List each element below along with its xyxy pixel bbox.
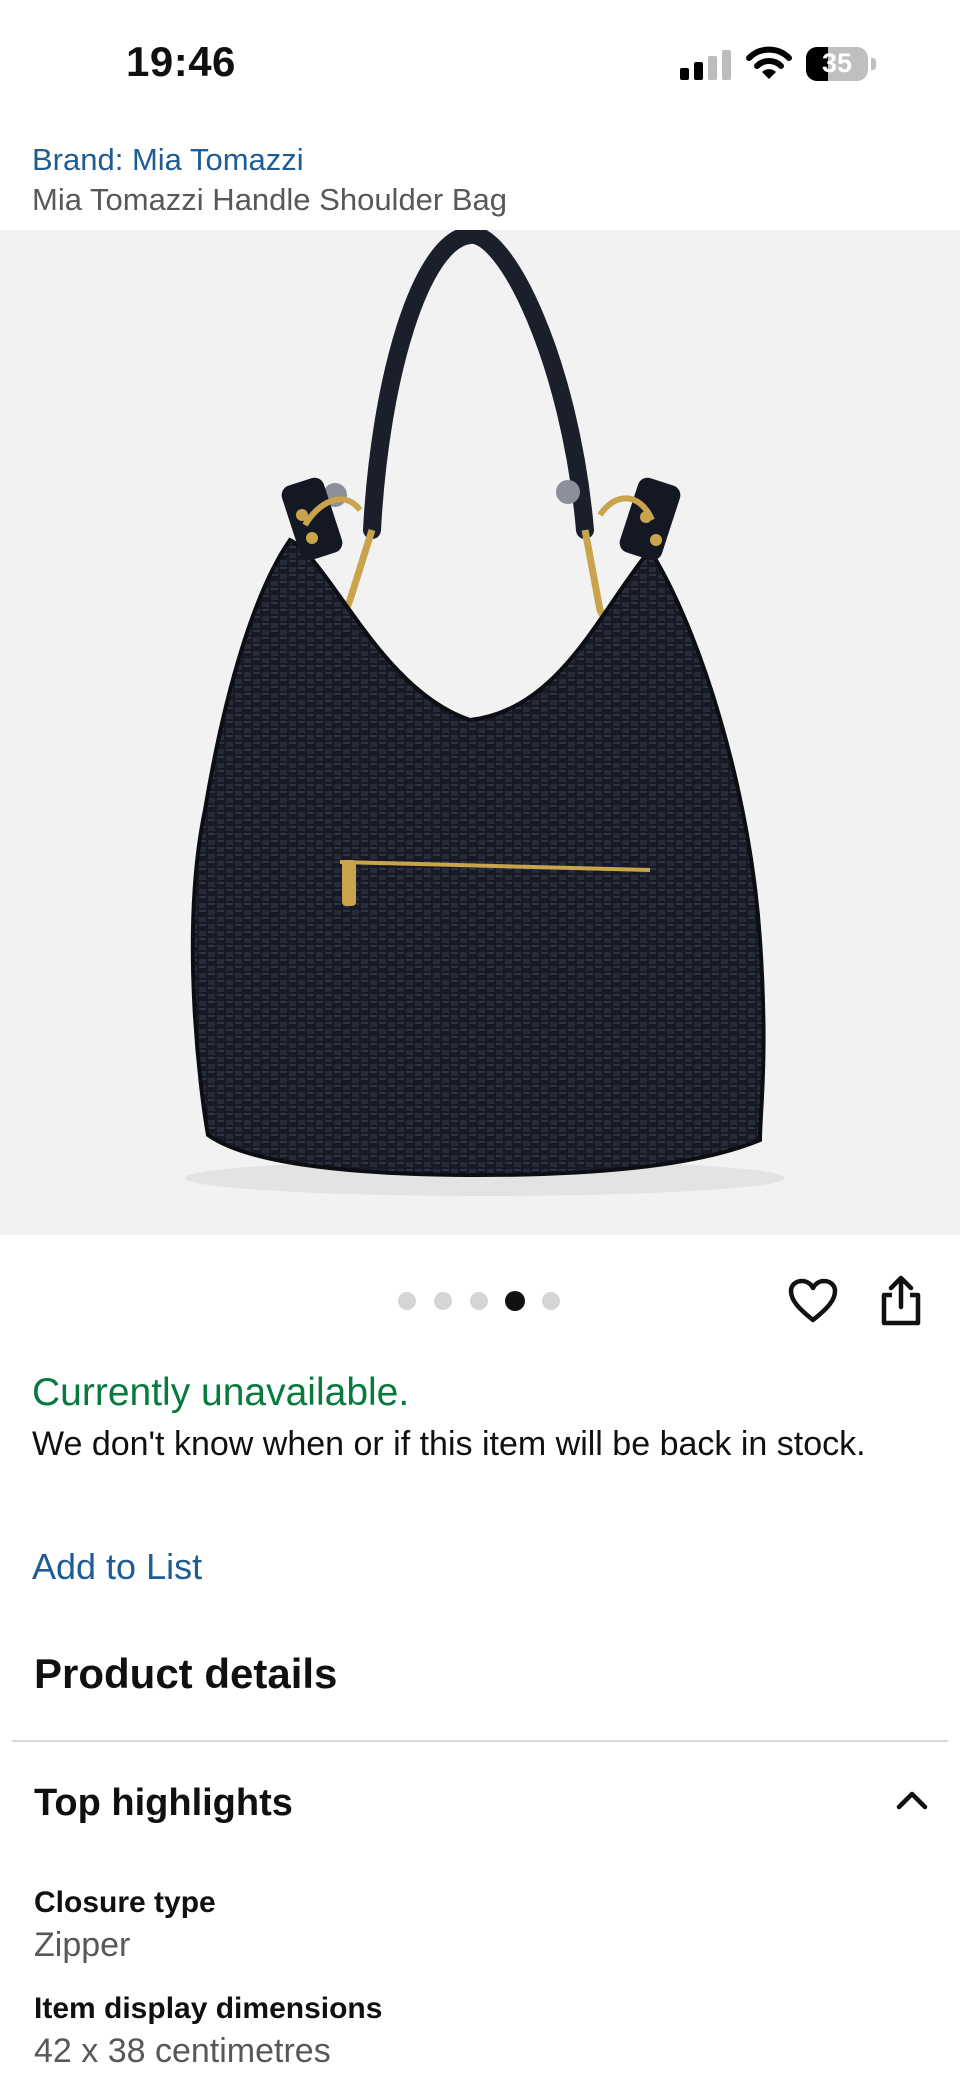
spec-value-dimensions: 42 x 38 centimetres bbox=[34, 2032, 331, 2070]
availability-status: Currently unavailable. bbox=[32, 1371, 410, 1414]
product-details-heading: Product details bbox=[34, 1650, 338, 1697]
pagination-dot[interactable] bbox=[470, 1292, 488, 1310]
status-time: 19:46 bbox=[126, 38, 236, 85]
battery-level: 35 bbox=[821, 48, 853, 78]
product-title: Mia Tomazzi Handle Shoulder Bag bbox=[32, 182, 508, 217]
section-divider bbox=[12, 1740, 948, 1742]
add-to-list-link[interactable]: Add to List bbox=[32, 1546, 202, 1588]
pagination-dot[interactable] bbox=[542, 1292, 560, 1310]
brand-link[interactable]: Brand: Mia Tomazzi bbox=[32, 142, 304, 178]
pagination-dot-active[interactable] bbox=[505, 1291, 525, 1311]
spec-label-dimensions: Item display dimensions bbox=[34, 1992, 383, 2025]
spec-label-closure-type: Closure type bbox=[34, 1886, 216, 1919]
product-image bbox=[185, 230, 785, 1196]
cellular-signal-icon bbox=[680, 50, 732, 80]
top-highlights-heading[interactable]: Top highlights bbox=[34, 1782, 293, 1825]
wifi-icon bbox=[746, 46, 792, 79]
pagination-dot[interactable] bbox=[398, 1292, 416, 1310]
spec-value-closure-type: Zipper bbox=[34, 1926, 131, 1964]
status-bar: 19:46 35 bbox=[0, 0, 960, 130]
chevron-up-icon[interactable] bbox=[893, 1785, 931, 1815]
share-icon[interactable] bbox=[878, 1275, 924, 1327]
stock-note: We don't know when or if this item will … bbox=[32, 1425, 866, 1463]
product-image-carousel[interactable] bbox=[0, 230, 960, 1235]
pagination-dot[interactable] bbox=[434, 1292, 452, 1310]
battery-icon: 35 bbox=[806, 47, 876, 81]
heart-icon[interactable] bbox=[788, 1278, 838, 1324]
